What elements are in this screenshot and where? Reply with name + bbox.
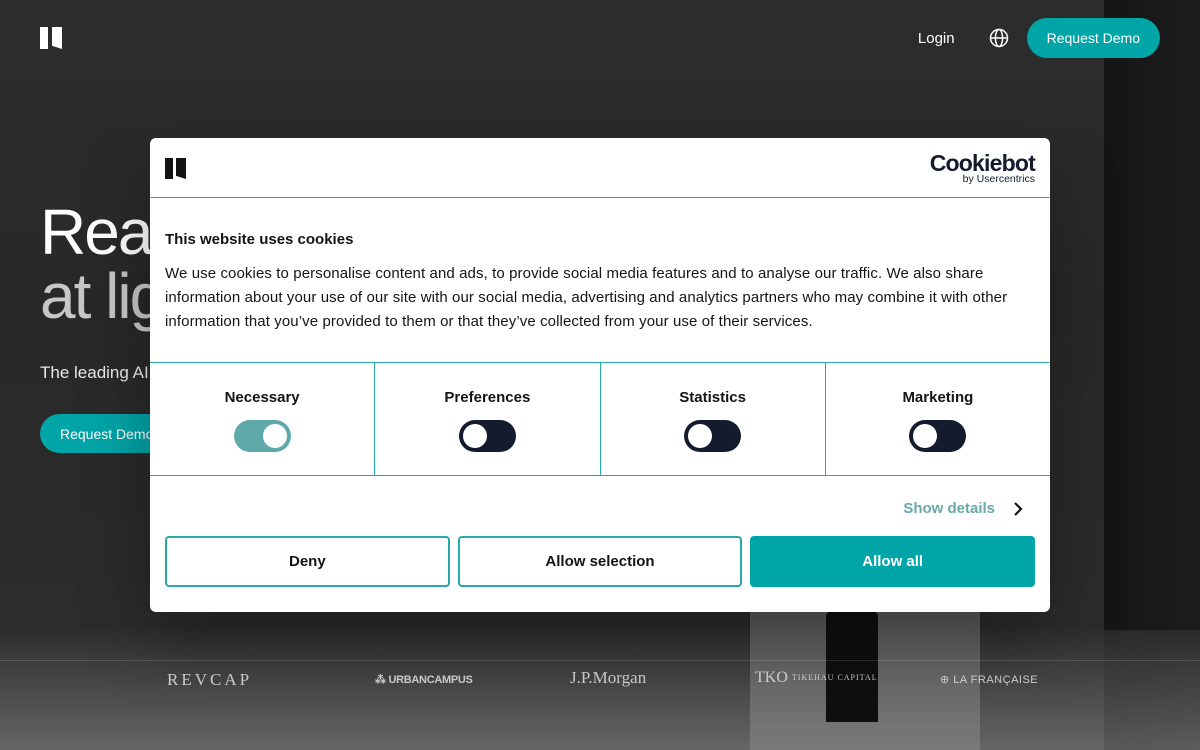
- preferences-switch[interactable]: [458, 420, 516, 452]
- necessary-switch[interactable]: [233, 420, 291, 452]
- partner-logo-revcap: REVCAP: [167, 670, 253, 689]
- show-details-link[interactable]: Show details: [903, 500, 995, 517]
- toggle-label: Necessary: [224, 389, 300, 406]
- globe-icon[interactable]: [989, 28, 1009, 48]
- dialog-header: Cookiebot by Usercentrics: [150, 138, 1050, 198]
- site-header: Login Request Demo: [0, 0, 1200, 76]
- details-row: Show details: [150, 476, 1050, 536]
- hero-title-line2: at lig: [40, 260, 165, 332]
- partner-logo-la-francaise: ⊕ LA FRANÇAISE: [940, 674, 1039, 686]
- request-demo-button[interactable]: Request Demo: [1026, 18, 1160, 58]
- dialog-title: This website uses cookies: [165, 231, 354, 248]
- brand-logo-icon[interactable]: [40, 27, 62, 49]
- toggle-label: Marketing: [902, 389, 974, 406]
- allow-all-button[interactable]: Allow all: [750, 536, 1036, 587]
- toggle-statistics: Statistics: [601, 363, 826, 475]
- chevron-right-icon[interactable]: [1012, 500, 1024, 518]
- statistics-switch[interactable]: [684, 420, 742, 452]
- dialog-body: This website uses cookies We use cookies…: [150, 198, 1050, 363]
- allow-selection-button[interactable]: Allow selection: [457, 536, 743, 587]
- toggle-necessary: Necessary: [150, 363, 376, 475]
- partner-logo-urbancampus: ⁂ URBANCAMPUS: [375, 674, 473, 686]
- toggle-label: Preferences: [444, 389, 531, 406]
- toggle-marketing: Marketing: [826, 363, 1050, 475]
- deny-button[interactable]: Deny: [165, 536, 450, 587]
- partner-logo-jpmorgan: J.P.Morgan: [570, 668, 647, 687]
- hero-title-line1: Real: [40, 196, 166, 268]
- login-link[interactable]: Login: [918, 30, 955, 47]
- partner-logo-tikehau: TKO TIKEHAU CAPITAL: [755, 669, 878, 686]
- cookie-consent-dialog: Cookiebot by Usercentrics This website u…: [150, 138, 1050, 612]
- dialog-buttons: Deny Allow selection Allow all: [150, 536, 1050, 587]
- toggle-preferences: Preferences: [375, 363, 601, 475]
- partners-divider: [0, 660, 1200, 661]
- dialog-brand-logo-icon: [165, 158, 186, 179]
- consent-toggles: Necessary Preferences Statistics Marketi…: [150, 363, 1050, 476]
- header-actions: Login Request Demo: [918, 18, 1160, 58]
- marketing-switch[interactable]: [909, 420, 967, 452]
- dialog-description: We use cookies to personalise content an…: [165, 265, 1008, 330]
- cookiebot-logo[interactable]: Cookiebot by Usercentrics: [930, 151, 1036, 185]
- toggle-label: Statistics: [679, 389, 746, 406]
- hero-subtitle: The leading AI: [40, 363, 149, 382]
- hero-title: Real at lig: [40, 196, 166, 332]
